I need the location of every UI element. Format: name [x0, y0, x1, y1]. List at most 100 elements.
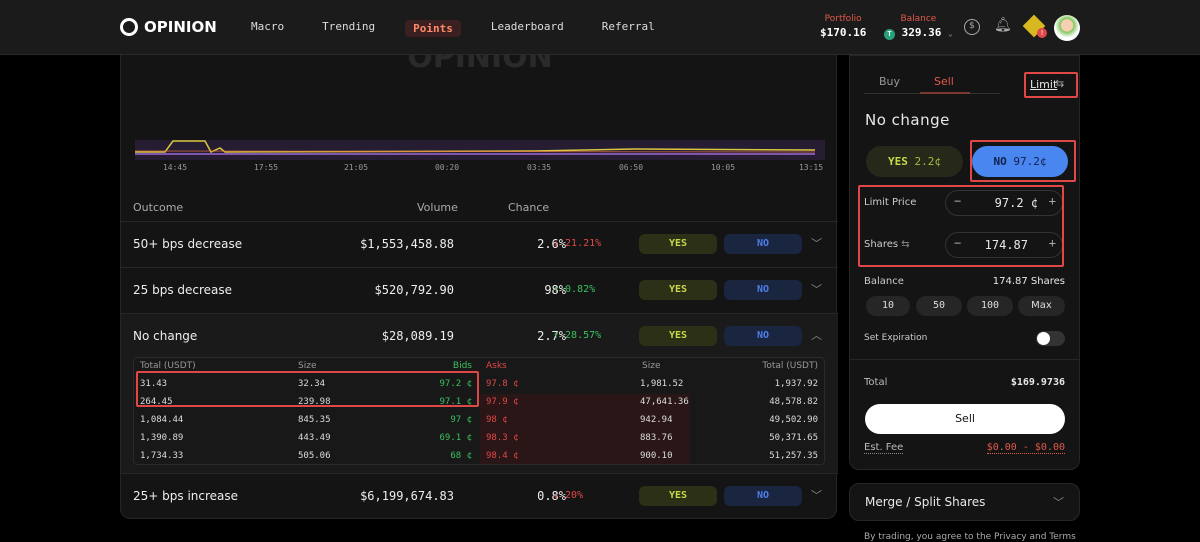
x-tick: 00:20	[435, 163, 459, 172]
chevron-down-icon: ﹀	[1053, 496, 1064, 509]
balance-label: Balance	[900, 14, 937, 24]
outcome-volume: $1,553,458.88	[360, 237, 454, 251]
header-volume: Volume	[417, 201, 458, 214]
ob-header: Total (USDT)	[762, 361, 818, 371]
ask-size: 942.94	[640, 415, 673, 425]
outcome-row[interactable]: 25+ bps increase $6,199,674.83 0.8% ↓ 20…	[121, 473, 838, 519]
bid-size: 505.06	[298, 451, 331, 461]
tab-sell[interactable]: Sell	[934, 75, 954, 88]
yes-button[interactable]: YES	[639, 280, 717, 300]
ask-size: 900.10	[640, 451, 673, 461]
no-button[interactable]: NO	[724, 234, 802, 254]
tab-buy[interactable]: Buy	[879, 75, 900, 88]
nav-macro[interactable]: Macro	[251, 20, 284, 37]
outcome-volume: $520,792.90	[374, 283, 454, 297]
ask-size: 1,981.52	[640, 379, 684, 389]
highlight-box	[858, 185, 1064, 267]
x-tick: 21:05	[344, 163, 368, 172]
yes-option[interactable]: YES 2.2¢	[866, 146, 963, 177]
x-tick: 03:35	[527, 163, 551, 172]
orderbook-row[interactable]: 1,734.33 505.06 68 ¢ 98.4 ¢ 900.10 51,257.35	[134, 448, 824, 466]
outcome-volume: $28,089.19	[381, 329, 454, 343]
sell-button[interactable]: Sell	[865, 404, 1065, 434]
logo-text: OPINION	[144, 18, 217, 36]
bell-icon[interactable]: 🔔︎	[994, 17, 1012, 33]
trade-panel: Buy Sell Limit ⇆ No change YES 2.2¢ NO 9…	[849, 55, 1080, 470]
tether-icon: T	[884, 29, 895, 40]
orderbook-row[interactable]: 1,390.89 443.49 69.1 ¢ 98.3 ¢ 883.76 50,371.6…	[134, 430, 824, 448]
selected-outcome: No change	[865, 111, 950, 129]
quick-10[interactable]: 10	[866, 296, 910, 316]
ob-header: Size	[642, 361, 661, 371]
ask-total: 48,578.82	[769, 397, 818, 407]
expiration-toggle[interactable]	[1036, 331, 1065, 346]
ask-size: 883.76	[640, 433, 673, 443]
top-nav: OPINION Macro Trending Points Leaderboar…	[0, 0, 1200, 55]
outcome-change: ↓ 20%	[553, 490, 584, 501]
nav-referral[interactable]: Referral	[602, 20, 655, 37]
bid-total: 1,390.89	[140, 433, 184, 443]
ob-header: Size	[298, 361, 317, 371]
ob-header-bids: Bids	[452, 361, 472, 371]
market-panel: OPINION 14:45 17:55 21:05 00:20 03:35 06…	[120, 55, 838, 519]
ask-total: 1,937.92	[774, 379, 818, 389]
nav-points[interactable]: Points	[405, 20, 461, 37]
chevron-down-icon: ⌄	[948, 29, 953, 38]
outcome-row[interactable]: 25 bps decrease $520,792.90 98% ↑ 0.82% …	[121, 267, 838, 313]
fee-value: $0.00 - $0.00	[986, 442, 1065, 454]
balance-value: 329.36	[901, 26, 942, 39]
bid-size: 443.49	[298, 433, 331, 443]
yes-button[interactable]: YES	[639, 486, 717, 506]
bid-price: 68 ¢	[450, 451, 472, 461]
orderbook-row[interactable]: 1,084.44 845.35 97 ¢ 98 ¢ 942.94 49,502.90	[134, 412, 824, 430]
no-button[interactable]: NO	[724, 280, 802, 300]
chevron-up-icon[interactable]: ︿	[811, 327, 822, 343]
merge-split-panel[interactable]: Merge / Split Shares ﹀	[849, 483, 1080, 521]
yes-price: 2.2¢	[914, 155, 942, 168]
ob-header: Total (USDT)	[140, 361, 196, 371]
quick-50[interactable]: 50	[916, 296, 962, 316]
bid-price: 69.1 ¢	[439, 433, 472, 443]
outcome-volume: $6,199,674.83	[360, 489, 454, 503]
balance-shares: 174.87 Shares	[992, 276, 1065, 287]
no-button[interactable]: NO	[724, 486, 802, 506]
total-value: $169.9736	[1010, 377, 1065, 388]
nav-trending[interactable]: Trending	[322, 20, 375, 37]
quick-100[interactable]: 100	[967, 296, 1013, 316]
x-tick: 14:45	[163, 163, 187, 172]
outcome-name: 50+ bps decrease	[133, 237, 243, 251]
chevron-down-icon[interactable]: ﹀	[811, 235, 822, 251]
outcome-change: ↑ 28.57%	[553, 330, 602, 341]
bid-total: 1,734.33	[140, 451, 184, 461]
yes-button[interactable]: YES	[639, 234, 717, 254]
logo-icon	[120, 18, 138, 36]
no-button[interactable]: NO	[724, 326, 802, 346]
chevron-down-icon[interactable]: ﹀	[811, 487, 822, 503]
balance[interactable]: Balance T 329.36 ⌄	[884, 14, 953, 40]
tab-indicator	[920, 92, 970, 94]
header-outcome: Outcome	[133, 201, 184, 214]
outcome-name: No change	[133, 329, 198, 343]
portfolio-value: $170.16	[820, 26, 867, 39]
ask-price: 97.8 ¢	[486, 379, 519, 389]
notification-badge: !	[1037, 28, 1047, 38]
total-label: Total	[864, 377, 888, 388]
dollar-icon[interactable]: $	[964, 19, 980, 35]
fee-label[interactable]: Est. Fee	[864, 442, 904, 454]
ask-price: 98 ¢	[486, 415, 508, 425]
yes-button[interactable]: YES	[639, 326, 717, 346]
quick-max[interactable]: Max	[1018, 296, 1065, 316]
x-tick: 10:05	[711, 163, 735, 172]
nav-leaderboard[interactable]: Leaderboard	[491, 20, 564, 37]
chevron-down-icon[interactable]: ﹀	[811, 281, 822, 297]
outcome-name: 25 bps decrease	[133, 283, 233, 297]
bid-total: 1,084.44	[140, 415, 184, 425]
avatar[interactable]	[1054, 15, 1080, 41]
ask-price: 98.4 ¢	[486, 451, 519, 461]
outcome-row[interactable]: 50+ bps decrease $1,553,458.88 2.6% ↓ 21…	[121, 221, 838, 267]
highlight-box	[970, 140, 1076, 182]
logo[interactable]: OPINION	[120, 18, 217, 36]
portfolio[interactable]: Portfolio $170.16	[820, 14, 866, 39]
merge-split-label: Merge / Split Shares	[865, 495, 986, 509]
highlight-box	[136, 371, 479, 407]
